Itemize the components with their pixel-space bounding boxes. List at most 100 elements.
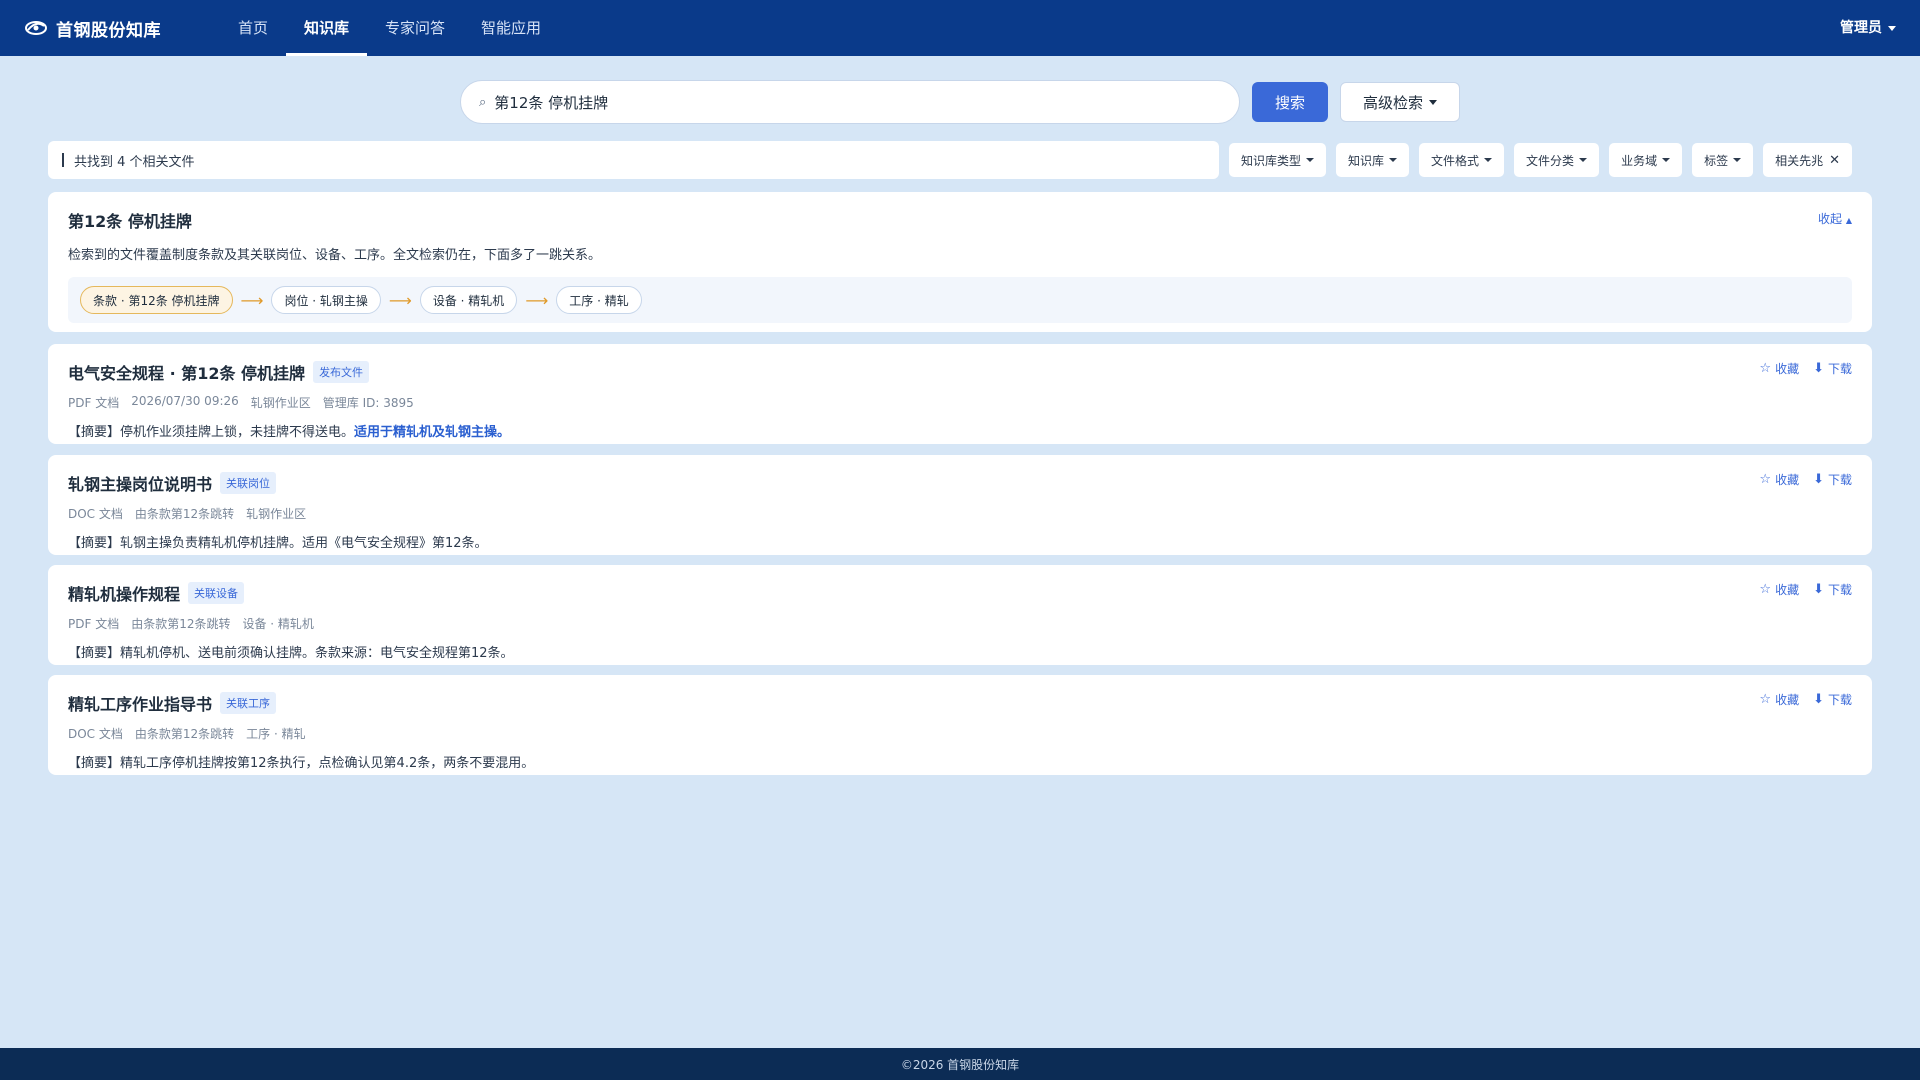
filter-label: 知识库 — [1348, 153, 1385, 168]
result-meta: DOC 文档 由条款第12条跳转 轧钢作业区 — [68, 505, 1852, 522]
star-icon: ☆ — [1759, 582, 1772, 597]
meta-format: DOC 文档 — [68, 507, 123, 521]
result-card: 轧钢主操岗位说明书 关联岗位 ☆ 收藏 ⬇ 下载 DOC 文档 由条款第12条跳转 … — [48, 455, 1872, 555]
search-button[interactable]: 搜索 — [1252, 82, 1328, 122]
main-nav: 首页 知识库 专家问答 智能应用 — [220, 0, 559, 56]
favorite-label: 收藏 — [1775, 473, 1800, 487]
download-icon: ⬇ — [1813, 582, 1824, 597]
filter-tags[interactable]: 标签 — [1692, 143, 1754, 177]
meta-format: PDF 文档 — [68, 617, 120, 631]
brand[interactable]: 首钢股份知库 — [24, 16, 194, 41]
favorite-button[interactable]: ☆ 收藏 — [1759, 360, 1799, 377]
favorite-button[interactable]: ☆ 收藏 — [1759, 471, 1799, 488]
result-title-row: 精轧机操作规程 关联设备 — [68, 581, 1852, 605]
filter-bar: 共找到 4 个相关文件 知识库类型 知识库 文件格式 文件分类 业务域 标签 相… — [48, 141, 1872, 179]
favorite-label: 收藏 — [1775, 693, 1800, 707]
meta-format: PDF 文档 — [68, 396, 120, 410]
result-actions: ☆ 收藏 ⬇ 下载 — [1745, 360, 1852, 377]
summary-title: 第12条 停机挂牌 — [68, 212, 192, 231]
result-actions: ☆ 收藏 ⬇ 下载 — [1745, 691, 1852, 708]
nav-smart-apps[interactable]: 智能应用 — [463, 0, 559, 56]
close-icon[interactable]: ✕ — [1829, 153, 1840, 168]
result-title[interactable]: 精轧工序作业指导书 — [68, 691, 212, 715]
advanced-search-label: 高级检索 — [1362, 94, 1423, 112]
top-navbar: 首钢股份知库 首页 知识库 专家问答 智能应用 管理员 — [0, 0, 1920, 56]
filter-kb-type[interactable]: 知识库类型 — [1229, 143, 1327, 177]
result-tag: 关联工序 — [220, 692, 277, 714]
meta-date: 2026/07/30 09:26 — [131, 394, 239, 408]
nav-home[interactable]: 首页 — [220, 0, 286, 56]
result-title[interactable]: 轧钢主操岗位说明书 — [68, 471, 212, 495]
brand-name: 首钢股份知库 — [56, 20, 161, 41]
result-title-row: 轧钢主操岗位说明书 关联岗位 — [68, 471, 1852, 495]
result-title-row: 电气安全规程 · 第12条 停机挂牌 发布文件 — [68, 360, 1852, 384]
footer: ©2026 首钢股份知库 — [0, 1048, 1920, 1080]
filter-active-related[interactable]: 相关先兆 ✕ — [1763, 143, 1853, 177]
search-input[interactable] — [494, 93, 1239, 111]
nav-knowledge-base[interactable]: 知识库 — [286, 0, 368, 56]
filter-label: 业务域 — [1621, 153, 1658, 168]
download-label: 下载 — [1827, 693, 1852, 707]
download-button[interactable]: ⬇ 下载 — [1813, 471, 1852, 488]
result-actions: ☆ 收藏 ⬇ 下载 — [1745, 471, 1852, 488]
filter-file-format[interactable]: 文件格式 — [1419, 143, 1505, 177]
download-icon: ⬇ — [1813, 361, 1824, 376]
result-meta: PDF 文档 2026/07/30 09:26 轧钢作业区 管理库 ID: 38… — [68, 394, 1852, 411]
result-tag: 关联设备 — [188, 582, 245, 604]
download-button[interactable]: ⬇ 下载 — [1813, 360, 1852, 377]
filter-label: 文件格式 — [1431, 153, 1480, 168]
collapse-label: 收起 — [1818, 212, 1843, 226]
result-card: 电气安全规程 · 第12条 停机挂牌 发布文件 ☆ 收藏 ⬇ 下载 PDF 文档 2… — [48, 344, 1872, 444]
download-label: 下载 — [1827, 583, 1852, 597]
result-abstract: 【摘要】精轧机停机、送电前须确认挂牌。条款来源：电气安全规程第12条。 — [68, 646, 514, 661]
result-title-row: 精轧工序作业指导书 关联工序 — [68, 691, 1852, 715]
relation-chain: 条款 · 第12条 停机挂牌 ⟶ 岗位 · 轧钢主操 ⟶ 设备 · 精轧机 ⟶ … — [68, 277, 1852, 323]
user-name: 管理员 — [1840, 20, 1882, 36]
filter-label: 标签 — [1704, 153, 1729, 168]
result-abstract: 【摘要】停机作业须挂牌上锁，未挂牌不得送电。适用于精轧机及轧钢主操。 — [68, 421, 1852, 440]
search-box[interactable]: ⌕ — [460, 80, 1240, 124]
collapse-link[interactable]: 收起 ▲ — [1818, 210, 1852, 227]
result-abstract: 【摘要】精轧工序停机挂牌按第12条执行，点检确认见第4.2条，两条不要混用。 — [68, 756, 535, 771]
result-tag: 关联岗位 — [220, 472, 277, 494]
meta-source: 由条款第12条跳转 — [134, 507, 235, 521]
filter-file-category[interactable]: 文件分类 — [1514, 143, 1600, 177]
meta-id: 管理库 ID: 3895 — [322, 396, 414, 410]
meta-area: 轧钢作业区 — [246, 507, 307, 521]
advanced-search-button[interactable]: 高级检索 — [1340, 82, 1460, 122]
chevron-down-icon — [1733, 158, 1742, 162]
result-title[interactable]: 精轧机操作规程 — [68, 581, 180, 605]
summary-description: 检索到的文件覆盖制度条款及其关联岗位、设备、工序。全文检索仍在，下面多了一跳关系… — [68, 248, 602, 263]
filter-kb[interactable]: 知识库 — [1336, 143, 1410, 177]
chain-node-position[interactable]: 岗位 · 轧钢主操 — [271, 286, 381, 314]
result-actions: ☆ 收藏 ⬇ 下载 — [1745, 581, 1852, 598]
divider — [62, 153, 64, 167]
result-abstract: 【摘要】轧钢主操负责精轧机停机挂牌。适用《电气安全规程》第12条。 — [68, 536, 488, 551]
meta-equipment: 设备 · 精轧机 — [242, 617, 314, 631]
result-meta: DOC 文档 由条款第12条跳转 工序 · 精轧 — [68, 725, 1852, 742]
chevron-down-icon — [1306, 158, 1315, 162]
filter-business-domain[interactable]: 业务域 — [1609, 143, 1683, 177]
download-button[interactable]: ⬇ 下载 — [1813, 691, 1852, 708]
download-label: 下载 — [1827, 362, 1852, 376]
result-card: 精轧工序作业指导书 关联工序 ☆ 收藏 ⬇ 下载 DOC 文档 由条款第12条跳转 … — [48, 675, 1872, 775]
favorite-button[interactable]: ☆ 收藏 — [1759, 581, 1799, 598]
download-icon: ⬇ — [1813, 692, 1824, 707]
favorite-label: 收藏 — [1775, 583, 1800, 597]
chain-node-equipment[interactable]: 设备 · 精轧机 — [419, 286, 518, 314]
result-count-text: 共找到 4 个相关文件 — [74, 154, 195, 170]
chain-node-process[interactable]: 工序 · 精轧 — [556, 286, 642, 314]
result-title[interactable]: 电气安全规程 · 第12条 停机挂牌 — [68, 360, 305, 384]
favorite-button[interactable]: ☆ 收藏 — [1759, 691, 1799, 708]
chevron-down-icon — [1484, 158, 1493, 162]
user-menu[interactable]: 管理员 — [1840, 0, 1896, 56]
arrow-right-icon: ⟶ — [240, 290, 264, 310]
result-card: 精轧机操作规程 关联设备 ☆ 收藏 ⬇ 下载 PDF 文档 由条款第12条跳转 设备… — [48, 565, 1872, 665]
chain-node-clause[interactable]: 条款 · 第12条 停机挂牌 — [80, 286, 233, 314]
nav-expert-qa[interactable]: 专家问答 — [367, 0, 463, 56]
result-count: 共找到 4 个相关文件 — [48, 141, 1219, 179]
abstract-text: 【摘要】停机作业须挂牌上锁，未挂牌不得送电。 — [68, 425, 355, 440]
favorite-label: 收藏 — [1775, 362, 1800, 376]
download-button[interactable]: ⬇ 下载 — [1813, 581, 1852, 598]
result-tag: 发布文件 — [313, 361, 370, 383]
